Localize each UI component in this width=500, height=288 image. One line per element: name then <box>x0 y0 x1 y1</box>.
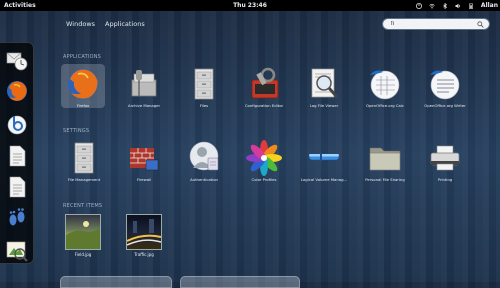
setting-label: Authentication <box>190 177 218 182</box>
workspace-tab[interactable] <box>60 276 172 288</box>
section-settings-heading: SETTINGS <box>63 128 90 134</box>
search-icon <box>477 21 484 28</box>
app-label: Configuration Editor <box>244 103 284 108</box>
firewall-icon <box>126 140 162 176</box>
setting-label: Printing <box>437 177 453 182</box>
workspace-tab[interactable] <box>180 276 300 288</box>
setting-logical-volume-manager[interactable]: Logical Volume Manag... <box>294 140 354 182</box>
setting-label: Logical Volume Manag... <box>300 177 348 182</box>
setting-label: Color Profiles <box>251 177 277 182</box>
battery-icon[interactable] <box>468 3 474 9</box>
setting-file-management[interactable]: File Management <box>54 140 114 182</box>
firefox-icon <box>65 66 101 102</box>
mail-clock-icon[interactable] <box>5 48 29 72</box>
setting-label: Firewall <box>136 177 152 182</box>
configuration-editor-icon <box>246 66 282 102</box>
setting-label: Personal File Sharing <box>365 177 405 182</box>
footprints-icon[interactable] <box>5 206 29 230</box>
system-tray: Allan <box>415 0 498 11</box>
app-label: OpenOffice.org Calc <box>366 103 404 108</box>
image-viewer-icon[interactable] <box>5 238 29 262</box>
setting-firewall[interactable]: Firewall <box>114 140 174 182</box>
document-icon[interactable] <box>5 175 29 199</box>
dash <box>0 42 34 264</box>
printer-icon <box>427 140 463 176</box>
folder-icon <box>367 140 403 176</box>
top-bar: Activities Thu 23:46 Allan <box>0 0 500 11</box>
recent-item-field-thumbnail[interactable] <box>65 214 101 250</box>
app-configuration-editor[interactable]: Configuration Editor <box>234 66 294 108</box>
file-cabinet-icon <box>66 140 102 176</box>
setting-label: File Management <box>67 177 101 182</box>
recent-item-label: Traffic.jpg <box>134 252 154 257</box>
file-cabinet-icon <box>186 66 222 102</box>
firefox-icon[interactable] <box>5 79 29 103</box>
recent-item-traffic-thumbnail[interactable] <box>126 214 162 250</box>
search-input[interactable] <box>391 20 473 28</box>
app-label: OpenOffice.org Writer <box>424 103 466 108</box>
recent-item-label: Field.jpg <box>74 252 92 257</box>
search-box <box>382 18 490 30</box>
tab-windows[interactable]: Windows <box>66 20 95 28</box>
authentication-icon <box>186 140 222 176</box>
empathy-icon[interactable] <box>5 112 29 136</box>
logical-volume-icon <box>306 140 342 176</box>
section-recent-heading: RECENT ITEMS <box>63 203 103 209</box>
setting-authentication[interactable]: Authentication <box>174 140 234 182</box>
document-icon[interactable] <box>5 144 29 168</box>
app-archive-manager[interactable]: Archive Manager <box>114 66 174 108</box>
setting-color-profiles[interactable]: Color Profiles <box>234 140 294 182</box>
app-files[interactable]: Files <box>174 66 234 108</box>
volume-icon[interactable] <box>455 3 461 9</box>
log-file-viewer-icon <box>306 66 342 102</box>
app-label: Firefox <box>76 103 90 108</box>
setting-printing[interactable]: Printing <box>415 140 475 182</box>
setting-personal-file-sharing[interactable]: Personal File Sharing <box>355 140 415 182</box>
app-label: Files <box>199 103 209 108</box>
network-icon[interactable] <box>429 3 435 9</box>
app-label: Log File Viewer <box>309 103 339 108</box>
bluetooth-icon[interactable] <box>442 2 448 9</box>
app-firefox[interactable]: Firefox <box>53 66 113 108</box>
tab-applications[interactable]: Applications <box>105 20 145 28</box>
app-log-file-viewer[interactable]: Log File Viewer <box>294 66 354 108</box>
user-menu[interactable]: Allan <box>481 0 498 11</box>
word-processor-icon <box>427 66 463 102</box>
accessibility-icon[interactable] <box>415 2 422 9</box>
archive-manager-icon <box>126 66 162 102</box>
color-profiles-icon <box>246 140 282 176</box>
spreadsheet-icon <box>367 66 403 102</box>
section-applications-heading: APPLICATIONS <box>63 54 102 60</box>
app-openoffice-writer[interactable]: OpenOffice.org Writer <box>415 66 475 108</box>
view-selector: Windows Applications <box>66 20 145 28</box>
app-label: Archive Manager <box>127 103 161 108</box>
app-openoffice-calc[interactable]: OpenOffice.org Calc <box>355 66 415 108</box>
